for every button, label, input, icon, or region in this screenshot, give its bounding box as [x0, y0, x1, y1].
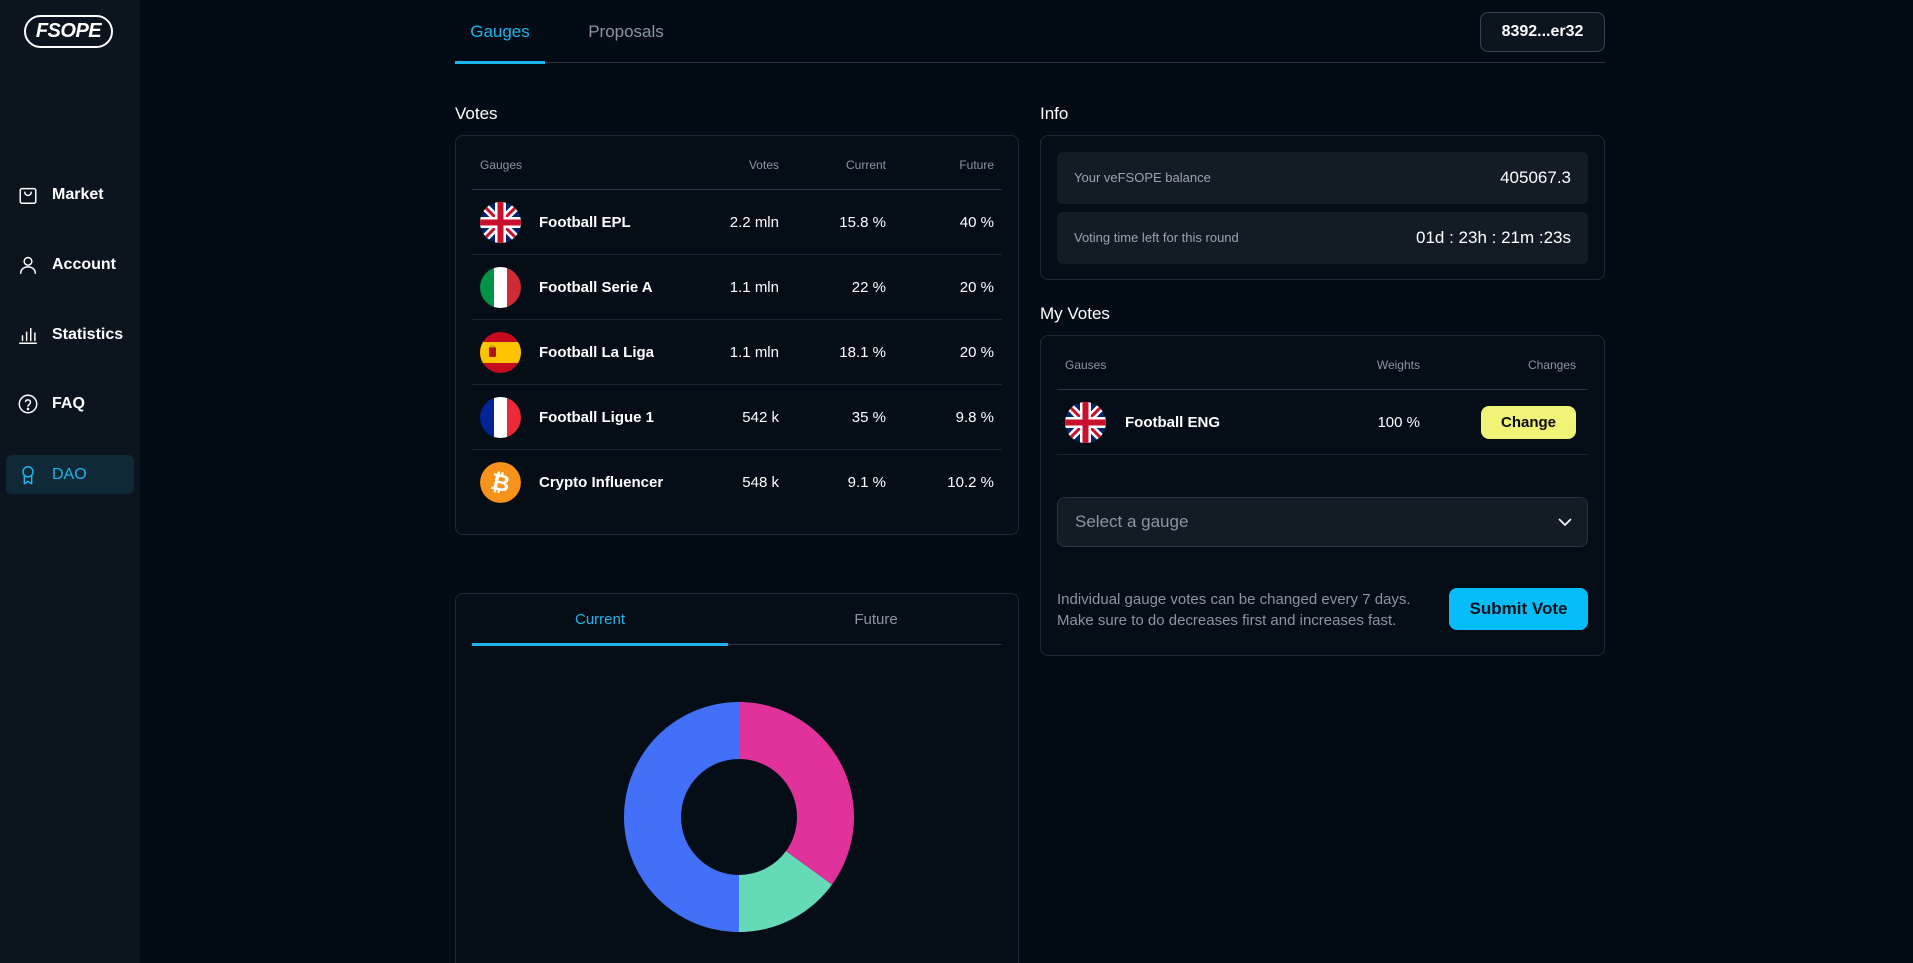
gauge-name: Football Ligue 1: [539, 409, 654, 426]
vote-note: Individual gauge votes can be changed ev…: [1057, 589, 1447, 631]
top-tab-bar: Gauges Proposals: [455, 0, 1605, 64]
tab-proposals[interactable]: Proposals: [585, 0, 667, 63]
table-row[interactable]: Football La Liga 1.1 mln 18.1 % 20 %: [472, 320, 1002, 385]
app-logo[interactable]: FSOPE: [24, 15, 113, 48]
votes-table: Gauges Votes Current Future Football EPL…: [455, 135, 1019, 535]
sidebar-item-label: DAO: [52, 465, 87, 483]
bag-icon: [16, 183, 40, 207]
column-header-gauges: Gauses: [1065, 358, 1107, 372]
gauge-votes: 548 k: [742, 474, 779, 491]
gauge-current: 9.1 %: [847, 474, 886, 491]
balance-value: 405067.3: [1500, 168, 1571, 187]
balance-row: Your veFSOPE balance 405067.3: [1057, 152, 1588, 204]
change-button[interactable]: Change: [1481, 406, 1576, 439]
france-flag-icon: [480, 397, 521, 438]
uk-flag-icon: [480, 202, 521, 243]
distribution-chart-card: Current Future: [455, 593, 1019, 963]
balance-label: Your veFSOPE balance: [1074, 170, 1211, 185]
column-header-current: Current: [845, 158, 886, 172]
uk-flag-icon: [1065, 402, 1106, 443]
voting-time-row: Voting time left for this round 01d : 23…: [1057, 212, 1588, 264]
gauge-votes: 2.2 mln: [729, 214, 779, 231]
table-row[interactable]: Football EPL 2.2 mln 15.8 % 40 %: [472, 190, 1002, 255]
gauge-select[interactable]: Select a gauge: [1057, 497, 1588, 547]
info-card: Your veFSOPE balance 405067.3 Voting tim…: [1040, 135, 1605, 280]
gauge-votes: 1.1 mln: [729, 344, 779, 361]
sidebar-item-account[interactable]: Account: [6, 245, 134, 284]
italy-flag-icon: [480, 267, 521, 308]
votes-title: Votes: [455, 104, 498, 123]
column-header-changes: Changes: [1527, 358, 1576, 372]
user-icon: [16, 253, 40, 277]
my-votes-title: My Votes: [1040, 304, 1110, 323]
tab-gauges[interactable]: Gauges: [455, 0, 545, 64]
gauge-name: Football Serie A: [539, 279, 653, 296]
sidebar-item-label: FAQ: [52, 394, 85, 412]
vote-note-line: Make sure to do decreases first and incr…: [1057, 612, 1397, 629]
table-row: Football ENG 100 % Change: [1057, 390, 1588, 455]
voting-time-value: 01d : 23h : 21m :23s: [1416, 228, 1571, 247]
sidebar-item-dao[interactable]: DAO: [6, 455, 134, 494]
gauge-current: 15.8 %: [839, 214, 886, 231]
wallet-address-button[interactable]: 8392...er32: [1480, 12, 1605, 52]
gauge-select-placeholder: Select a gauge: [1075, 512, 1189, 531]
sidebar-item-statistics[interactable]: Statistics: [6, 315, 134, 354]
my-votes-header: Gauses Weights Changes: [1057, 336, 1588, 390]
my-votes-card: Gauses Weights Changes Football ENG 100 …: [1040, 335, 1605, 656]
vote-gauge-name: Football ENG: [1125, 414, 1220, 431]
vote-note-line: Individual gauge votes can be changed ev…: [1057, 591, 1411, 608]
sidebar-item-faq[interactable]: FAQ: [6, 384, 134, 423]
gauge-future: 20 %: [959, 279, 994, 296]
gauge-name: Football EPL: [539, 214, 631, 231]
column-header-weights: Weights: [1376, 358, 1420, 372]
gauge-current: 18.1 %: [839, 344, 886, 361]
table-row[interactable]: Football Ligue 1 542 k 35 % 9.8 %: [472, 385, 1002, 450]
sidebar-item-label: Market: [52, 185, 104, 203]
question-icon: [16, 392, 40, 416]
table-row[interactable]: ₿ Crypto Influencer 548 k 9.1 % 10.2 %: [472, 450, 1002, 515]
sidebar-item-label: Statistics: [52, 325, 124, 343]
spain-flag-icon: [480, 332, 521, 373]
gauge-votes: 1.1 mln: [729, 279, 779, 296]
column-header-future: Future: [959, 158, 994, 172]
gauge-name: Football La Liga: [539, 344, 654, 361]
chevron-down-icon: [1557, 514, 1573, 530]
bar-chart-icon: [16, 323, 40, 347]
sidebar-item-market[interactable]: Market: [6, 175, 134, 214]
award-icon: [16, 463, 40, 487]
gauge-future: 40 %: [959, 214, 994, 231]
column-header-votes: Votes: [748, 158, 779, 172]
table-row[interactable]: Football Serie A 1.1 mln 22 % 20 %: [472, 255, 1002, 320]
bitcoin-icon: ₿: [480, 462, 521, 503]
gauge-future: 10.2 %: [947, 474, 994, 491]
gauge-name: Crypto Influencer: [539, 474, 664, 491]
gauge-future: 20 %: [959, 344, 994, 361]
submit-vote-button[interactable]: Submit Vote: [1449, 588, 1588, 630]
vote-weight: 100 %: [1377, 414, 1420, 431]
sidebar-item-label: Account: [52, 255, 116, 273]
gauge-current: 22 %: [851, 279, 886, 296]
info-title: Info: [1040, 104, 1069, 123]
donut-slice: [739, 702, 854, 885]
votes-table-header: Gauges Votes Current Future: [472, 136, 1002, 190]
gauge-future: 9.8 %: [955, 409, 994, 426]
sidebar: FSOPE Market Account Statistics FAQ DAO: [0, 0, 140, 963]
gauge-votes: 542 k: [742, 409, 779, 426]
voting-time-label: Voting time left for this round: [1074, 230, 1239, 245]
gauge-current: 35 %: [851, 409, 886, 426]
donut-slice: [624, 702, 739, 932]
column-header-gauges: Gauges: [480, 158, 523, 172]
donut-chart: [624, 702, 854, 932]
